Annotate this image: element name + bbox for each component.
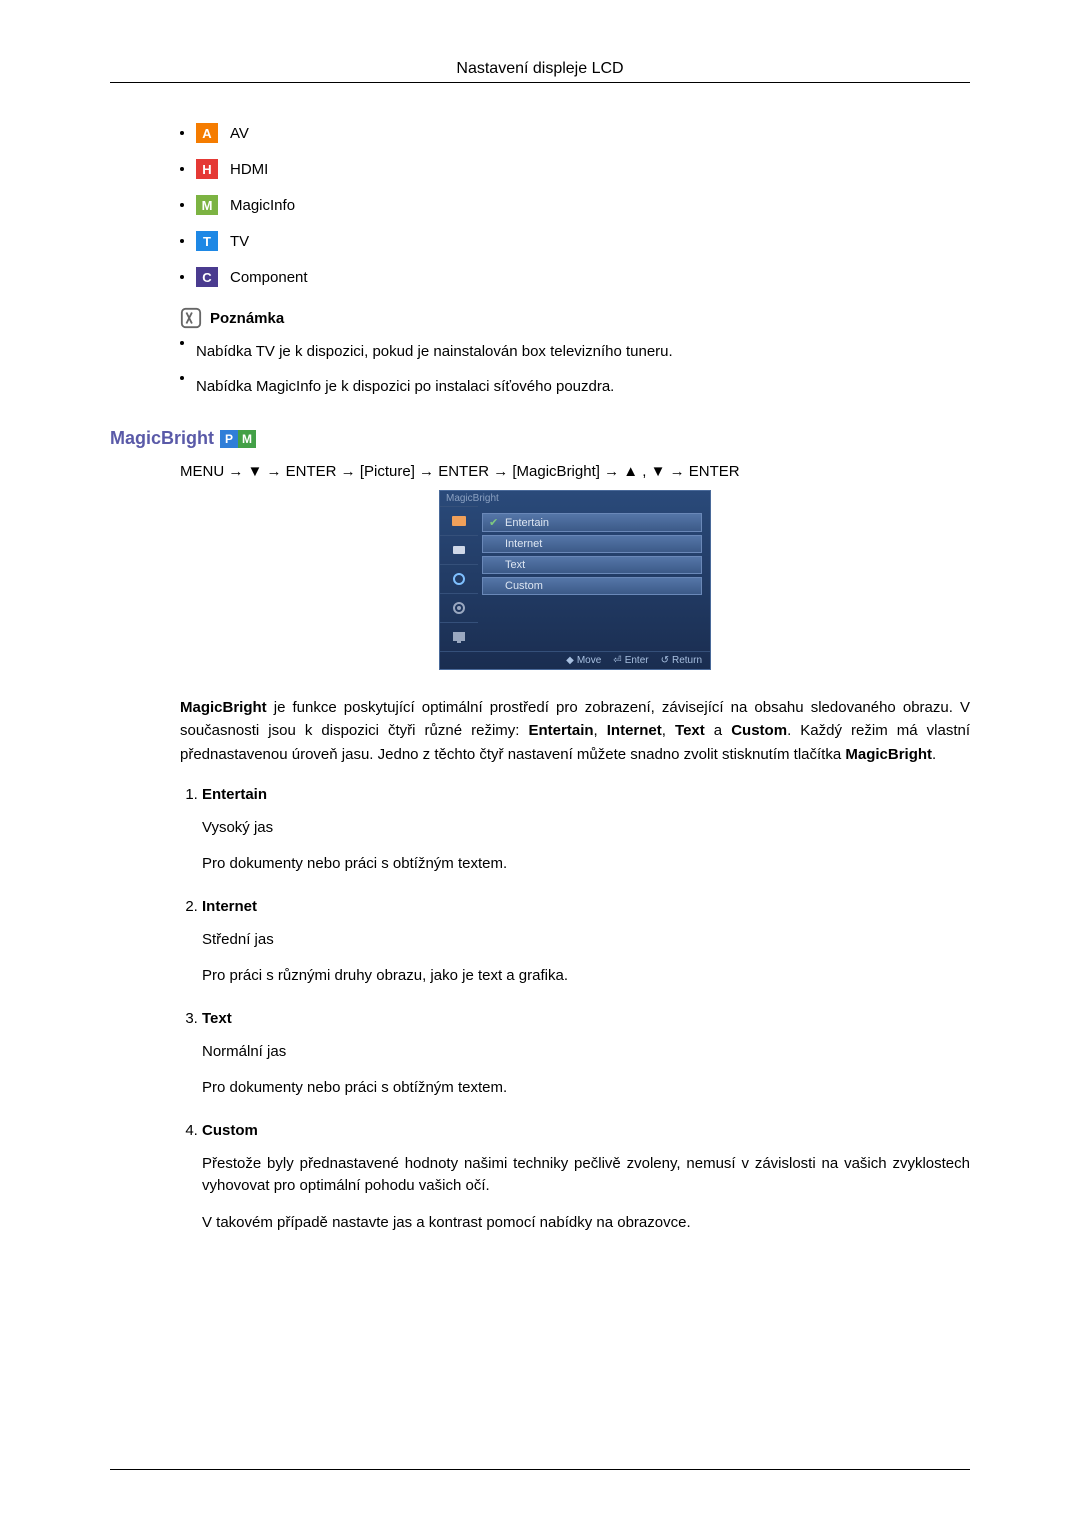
p-icon: P: [220, 430, 238, 448]
osd-screenshot: MagicBright ✔ Entertain Internet Text Cus…: [439, 490, 711, 670]
note-heading: Poznámka: [180, 307, 970, 329]
mode-line: Normální jas: [202, 1041, 970, 1064]
desc-text: ,: [594, 722, 607, 739]
bullet-dot: [180, 376, 184, 380]
mode-line: Pro dokumenty nebo práci s obtížným text…: [202, 853, 970, 876]
mode-line: Vysoký jas: [202, 817, 970, 840]
osd-hint-move: ◆ Move: [566, 655, 601, 666]
osd-hint-label: Return: [672, 655, 702, 666]
magicinfo-icon: M: [196, 195, 218, 215]
source-item-av: A AV: [180, 123, 970, 143]
bullet-dot: [180, 341, 184, 345]
footer-divider: [110, 1469, 970, 1470]
mode-item-internet: Internet Střední jas Pro práci s různými…: [202, 898, 970, 988]
mode-name: Custom: [202, 1122, 258, 1139]
osd-footer: ◆ Move ⏎ Enter ↺ Return: [440, 651, 710, 669]
osd-hint-return: ↺ Return: [661, 655, 702, 666]
osd-option-list: ✔ Entertain Internet Text Custom: [478, 506, 710, 651]
osd-item-label: Text: [505, 559, 525, 571]
osd-item-internet: Internet: [482, 535, 702, 553]
hdmi-icon: H: [196, 159, 218, 179]
mode-item-text: Text Normální jas Pro dokumenty nebo prá…: [202, 1010, 970, 1100]
term-magicbright: MagicBright: [180, 699, 267, 716]
bullet-dot: [180, 203, 184, 207]
term-text: Text: [675, 722, 705, 739]
osd-tab-input-icon: [440, 535, 478, 564]
osd-hint-enter: ⏎ Enter: [613, 655, 648, 666]
source-item-hdmi: H HDMI: [180, 159, 970, 179]
source-item-component: C Component: [180, 267, 970, 287]
mode-line: V takovém případě nastavte jas a kontras…: [202, 1212, 970, 1235]
section-title-magicbright: MagicBright P M: [110, 428, 970, 449]
section-content: MENU → ▼ → ENTER → [Picture] → ENTER → […: [180, 463, 970, 1234]
mode-line: Přestože byly přednastavené hodnoty naši…: [202, 1153, 970, 1198]
source-label: Component: [230, 269, 308, 286]
content-block: A AV H HDMI M MagicInfo T TV C Compo: [180, 123, 970, 398]
component-icon: C: [196, 267, 218, 287]
osd-item-entertain: ✔ Entertain: [482, 513, 702, 532]
description-paragraph: MagicBright je funkce poskytující optimá…: [180, 696, 970, 766]
source-label: TV: [230, 233, 249, 250]
osd-title: MagicBright: [440, 491, 710, 506]
bullet-dot: [180, 167, 184, 171]
osd-item-label: Internet: [505, 538, 542, 550]
mode-line: Střední jas: [202, 929, 970, 952]
header-divider: [110, 82, 970, 83]
note-item: Nabídka TV je k dispozici, pokud je nain…: [180, 341, 970, 364]
bullet-dot: [180, 239, 184, 243]
source-label: AV: [230, 125, 249, 142]
osd-hint-label: Enter: [625, 655, 649, 666]
av-icon: A: [196, 123, 218, 143]
note-text: Nabídka MagicInfo je k dispozici po inst…: [196, 376, 614, 399]
menu-path: MENU → ▼ → ENTER → [Picture] → ENTER → […: [180, 463, 970, 480]
note-icon: [180, 307, 202, 329]
source-label: HDMI: [230, 161, 268, 178]
note-list: Nabídka TV je k dispozici, pokud je nain…: [180, 341, 970, 398]
menu-path-text: MENU → ▼ → ENTER → [Picture] → ENTER → […: [180, 463, 740, 480]
term-magicbright: MagicBright: [845, 746, 932, 763]
source-list: A AV H HDMI M MagicInfo T TV C Compo: [180, 123, 970, 287]
check-icon: ✔: [489, 516, 499, 529]
desc-text: a: [705, 722, 731, 739]
section-title-text: MagicBright: [110, 428, 214, 449]
term-entertain: Entertain: [529, 722, 594, 739]
note-item: Nabídka MagicInfo je k dispozici po inst…: [180, 376, 970, 399]
osd-tab-gear-icon: [440, 593, 478, 622]
note-title: Poznámka: [210, 310, 284, 327]
mode-line: Pro dokumenty nebo práci s obtížným text…: [202, 1077, 970, 1100]
osd-tabs: [440, 506, 478, 651]
osd-hint-label: Move: [577, 655, 601, 666]
note-text: Nabídka TV je k dispozici, pokud je nain…: [196, 341, 673, 364]
osd-item-text: Text: [482, 556, 702, 574]
osd-item-label: Custom: [505, 580, 543, 592]
mode-name: Entertain: [202, 786, 267, 803]
bullet-dot: [180, 275, 184, 279]
page: Nastavení displeje LCD A AV H HDMI M Mag…: [0, 0, 1080, 1527]
osd-tab-circle-icon: [440, 564, 478, 593]
mode-item-custom: Custom Přestože byly přednastavené hodno…: [202, 1122, 970, 1235]
osd-item-label: Entertain: [505, 517, 549, 529]
mode-name: Internet: [202, 898, 257, 915]
source-label: MagicInfo: [230, 197, 295, 214]
source-item-magicinfo: M MagicInfo: [180, 195, 970, 215]
osd-item-custom: Custom: [482, 577, 702, 595]
pm-badge: P M: [220, 430, 256, 448]
mode-line: Pro práci s různými druhy obrazu, jako j…: [202, 965, 970, 988]
term-custom: Custom: [731, 722, 787, 739]
m-icon: M: [238, 430, 256, 448]
desc-text: ,: [662, 722, 675, 739]
page-header: Nastavení displeje LCD: [110, 60, 970, 78]
mode-list: Entertain Vysoký jas Pro dokumenty nebo …: [180, 786, 970, 1235]
tv-icon: T: [196, 231, 218, 251]
osd-tab-picture-icon: [440, 506, 478, 535]
bullet-dot: [180, 131, 184, 135]
mode-item-entertain: Entertain Vysoký jas Pro dokumenty nebo …: [202, 786, 970, 876]
mode-name: Text: [202, 1010, 232, 1027]
source-item-tv: T TV: [180, 231, 970, 251]
term-internet: Internet: [607, 722, 662, 739]
osd-body: ✔ Entertain Internet Text Custom: [440, 506, 710, 651]
desc-text: .: [932, 746, 936, 763]
osd-tab-screen-icon: [440, 622, 478, 651]
